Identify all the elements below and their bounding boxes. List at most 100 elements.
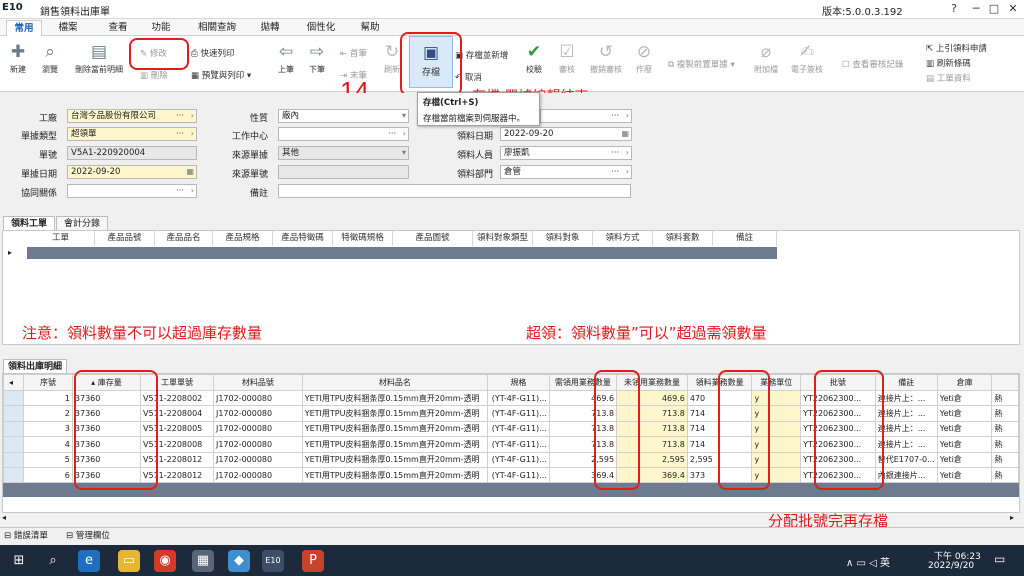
row-indicator[interactable]: [2, 405, 25, 422]
table-cell[interactable]: J1702-000080: [212, 436, 303, 453]
browse-button[interactable]: ⌕ 瀏覽: [36, 42, 64, 75]
table-cell[interactable]: YETI用TPU皮料捆条厚0.15mm直开20mm-透明: [301, 451, 489, 468]
tab-error-list[interactable]: ⊟ 錯誤清單: [4, 530, 48, 543]
prev-record-button[interactable]: ⇦ 上筆: [272, 42, 300, 75]
table-cell[interactable]: 熱: [991, 420, 1019, 438]
tab-file[interactable]: 檔案: [50, 20, 86, 36]
table-cell[interactable]: J1702-000080: [212, 451, 303, 468]
approve-button[interactable]: ☑ 審核: [553, 42, 581, 75]
table-cell[interactable]: 4: [23, 436, 73, 453]
table-cell[interactable]: 1: [23, 389, 73, 407]
quick-print-button[interactable]: ⎙ 快速列印: [191, 47, 235, 59]
grid1-header[interactable]: 領料對象: [533, 231, 593, 246]
table-cell[interactable]: Yeti倉: [936, 466, 993, 484]
table-cell[interactable]: 內銀連接片...: [874, 466, 938, 484]
revoke-approval-button[interactable]: ↺ 撤銷審核: [585, 42, 627, 75]
next-record-button[interactable]: ⇨ 下筆: [303, 42, 331, 75]
minimize-button[interactable]: ─: [966, 1, 986, 17]
issuer-field[interactable]: 廖振凱 ··· ›: [500, 146, 632, 160]
tab-view[interactable]: 查看: [100, 20, 136, 36]
table-cell[interactable]: YETI用TPU皮料捆条厚0.15mm直开20mm-透明: [301, 436, 489, 453]
table-cell[interactable]: YETI用TPU皮料捆条厚0.15mm直开20mm-透明: [301, 420, 489, 438]
tab-accounting[interactable]: 會計分錄: [56, 216, 108, 231]
remark-field[interactable]: [278, 184, 631, 198]
table-cell[interactable]: (YT-4F-G11)...: [487, 451, 550, 468]
col-remark[interactable]: 備註: [874, 374, 938, 391]
nature-select[interactable]: 廠內 ▾: [278, 109, 409, 123]
table-cell[interactable]: YETI用TPU皮料捆条厚0.15mm直开20mm-透明: [301, 466, 489, 484]
table-cell[interactable]: YETI用TPU皮料捆条厚0.15mm直开20mm-透明: [301, 389, 489, 407]
scroll-left-icon[interactable]: ◂: [2, 513, 6, 522]
tab-admin-fields[interactable]: ⊟ 管理欄位: [66, 530, 110, 543]
doc-date-field[interactable]: 2022-09-20 ▦: [67, 165, 197, 179]
table-cell[interactable]: Yeti倉: [936, 405, 993, 422]
table-cell[interactable]: (YT-4F-G11)...: [487, 466, 550, 484]
tab-function[interactable]: 功能: [143, 20, 179, 36]
grid1-header[interactable]: 領料方式: [593, 231, 653, 246]
tab-work-order[interactable]: 領料工單: [3, 216, 55, 231]
factory-field[interactable]: 台灣今品股份有限公司 ··· ›: [67, 109, 197, 123]
chrome-icon[interactable]: ◉: [154, 550, 176, 572]
first-record-button[interactable]: ⇤ 首筆: [340, 47, 367, 59]
edge-icon[interactable]: e: [78, 550, 100, 572]
save-new-button[interactable]: ▣ 存檔並新增: [455, 49, 508, 61]
col-item-no[interactable]: 材料品號: [212, 374, 303, 391]
table-cell[interactable]: 連接片上：...: [874, 389, 938, 407]
tab-related-query[interactable]: 相關查詢: [192, 20, 242, 36]
table-cell[interactable]: (YT-4F-G11)...: [487, 405, 550, 422]
col-seq[interactable]: 序號: [23, 374, 73, 391]
row-indicator[interactable]: [2, 436, 25, 453]
table-cell[interactable]: (YT-4F-G11)...: [487, 436, 550, 453]
worksheet-button[interactable]: ▤ 工單資料: [926, 72, 971, 84]
doc-type-field[interactable]: 超領單 ··· ›: [67, 127, 197, 141]
table-cell[interactable]: 熱: [991, 405, 1019, 422]
notification-icon[interactable]: ▭: [994, 552, 1005, 566]
esign-button[interactable]: ✍ 電子簽核: [787, 42, 827, 75]
powerpoint-icon[interactable]: P: [302, 550, 324, 572]
grid1-header[interactable]: 產品品號: [95, 231, 155, 246]
grid1-header[interactable]: 產品規格: [213, 231, 273, 246]
tab-issue-detail[interactable]: 領料出庫明細: [3, 359, 67, 374]
table-cell[interactable]: Yeti倉: [936, 451, 993, 468]
app-icon[interactable]: ◆: [228, 550, 250, 572]
table-cell[interactable]: 連接片上：...: [874, 405, 938, 422]
table-cell[interactable]: 6: [23, 466, 73, 484]
calculator-icon[interactable]: ▦: [192, 550, 214, 572]
table-cell[interactable]: 連接片上：...: [874, 436, 938, 453]
grid1-header[interactable]: 產品圖號: [393, 231, 473, 246]
remove-button[interactable]: ▥ 刪除: [140, 69, 168, 81]
tab-transfer[interactable]: 拋轉: [252, 20, 288, 36]
col-item-name[interactable]: 材料品名: [301, 374, 489, 391]
tab-personalize[interactable]: 個性化: [298, 20, 344, 36]
grid1-header[interactable]: 產品品名: [155, 231, 213, 246]
table-cell[interactable]: J1702-000080: [212, 389, 303, 407]
issue-date-field[interactable]: 2022-09-20 ▦: [500, 127, 632, 141]
refresh-barcode-button[interactable]: ▥ 刷新條碼: [926, 57, 971, 69]
top-right-field[interactable]: ··· ›: [540, 109, 632, 123]
source-doc-select[interactable]: 其他 ▾: [278, 146, 409, 160]
table-cell[interactable]: Yeti倉: [936, 420, 993, 438]
table-cell[interactable]: Yeti倉: [936, 436, 993, 453]
table-cell[interactable]: YETI用TPU皮料捆条厚0.15mm直开20mm-透明: [301, 405, 489, 422]
table-cell[interactable]: 3: [23, 420, 73, 438]
work-center-field[interactable]: ··· ›: [278, 127, 409, 141]
delete-current-button[interactable]: ▤ 刪除當前明細: [70, 42, 128, 75]
scroll-right-icon[interactable]: ▸: [1010, 513, 1014, 522]
windows-start-icon[interactable]: ⊞: [8, 550, 30, 572]
row-indicator[interactable]: [2, 466, 25, 484]
e10-taskbar-icon[interactable]: E10: [262, 550, 284, 572]
partner-field[interactable]: ··· ›: [67, 184, 197, 198]
table-cell[interactable]: 熱: [991, 389, 1019, 407]
row-indicator[interactable]: [2, 420, 25, 438]
grid1-header[interactable]: 領料套數: [653, 231, 713, 246]
table-cell[interactable]: J1702-000080: [212, 405, 303, 422]
table-cell[interactable]: J1702-000080: [212, 420, 303, 438]
row-indicator[interactable]: [2, 451, 25, 468]
file-explorer-icon[interactable]: ▭: [118, 550, 140, 572]
help-button[interactable]: ?: [944, 1, 964, 17]
attachment-button[interactable]: ⌀ 附加檔: [748, 42, 784, 75]
close-button[interactable]: ✕: [1003, 1, 1023, 17]
table-cell[interactable]: (YT-4F-G11)...: [487, 389, 550, 407]
prev-request-button[interactable]: ⇱ 上引領料申請: [926, 42, 987, 54]
col-extra[interactable]: [991, 374, 1019, 391]
